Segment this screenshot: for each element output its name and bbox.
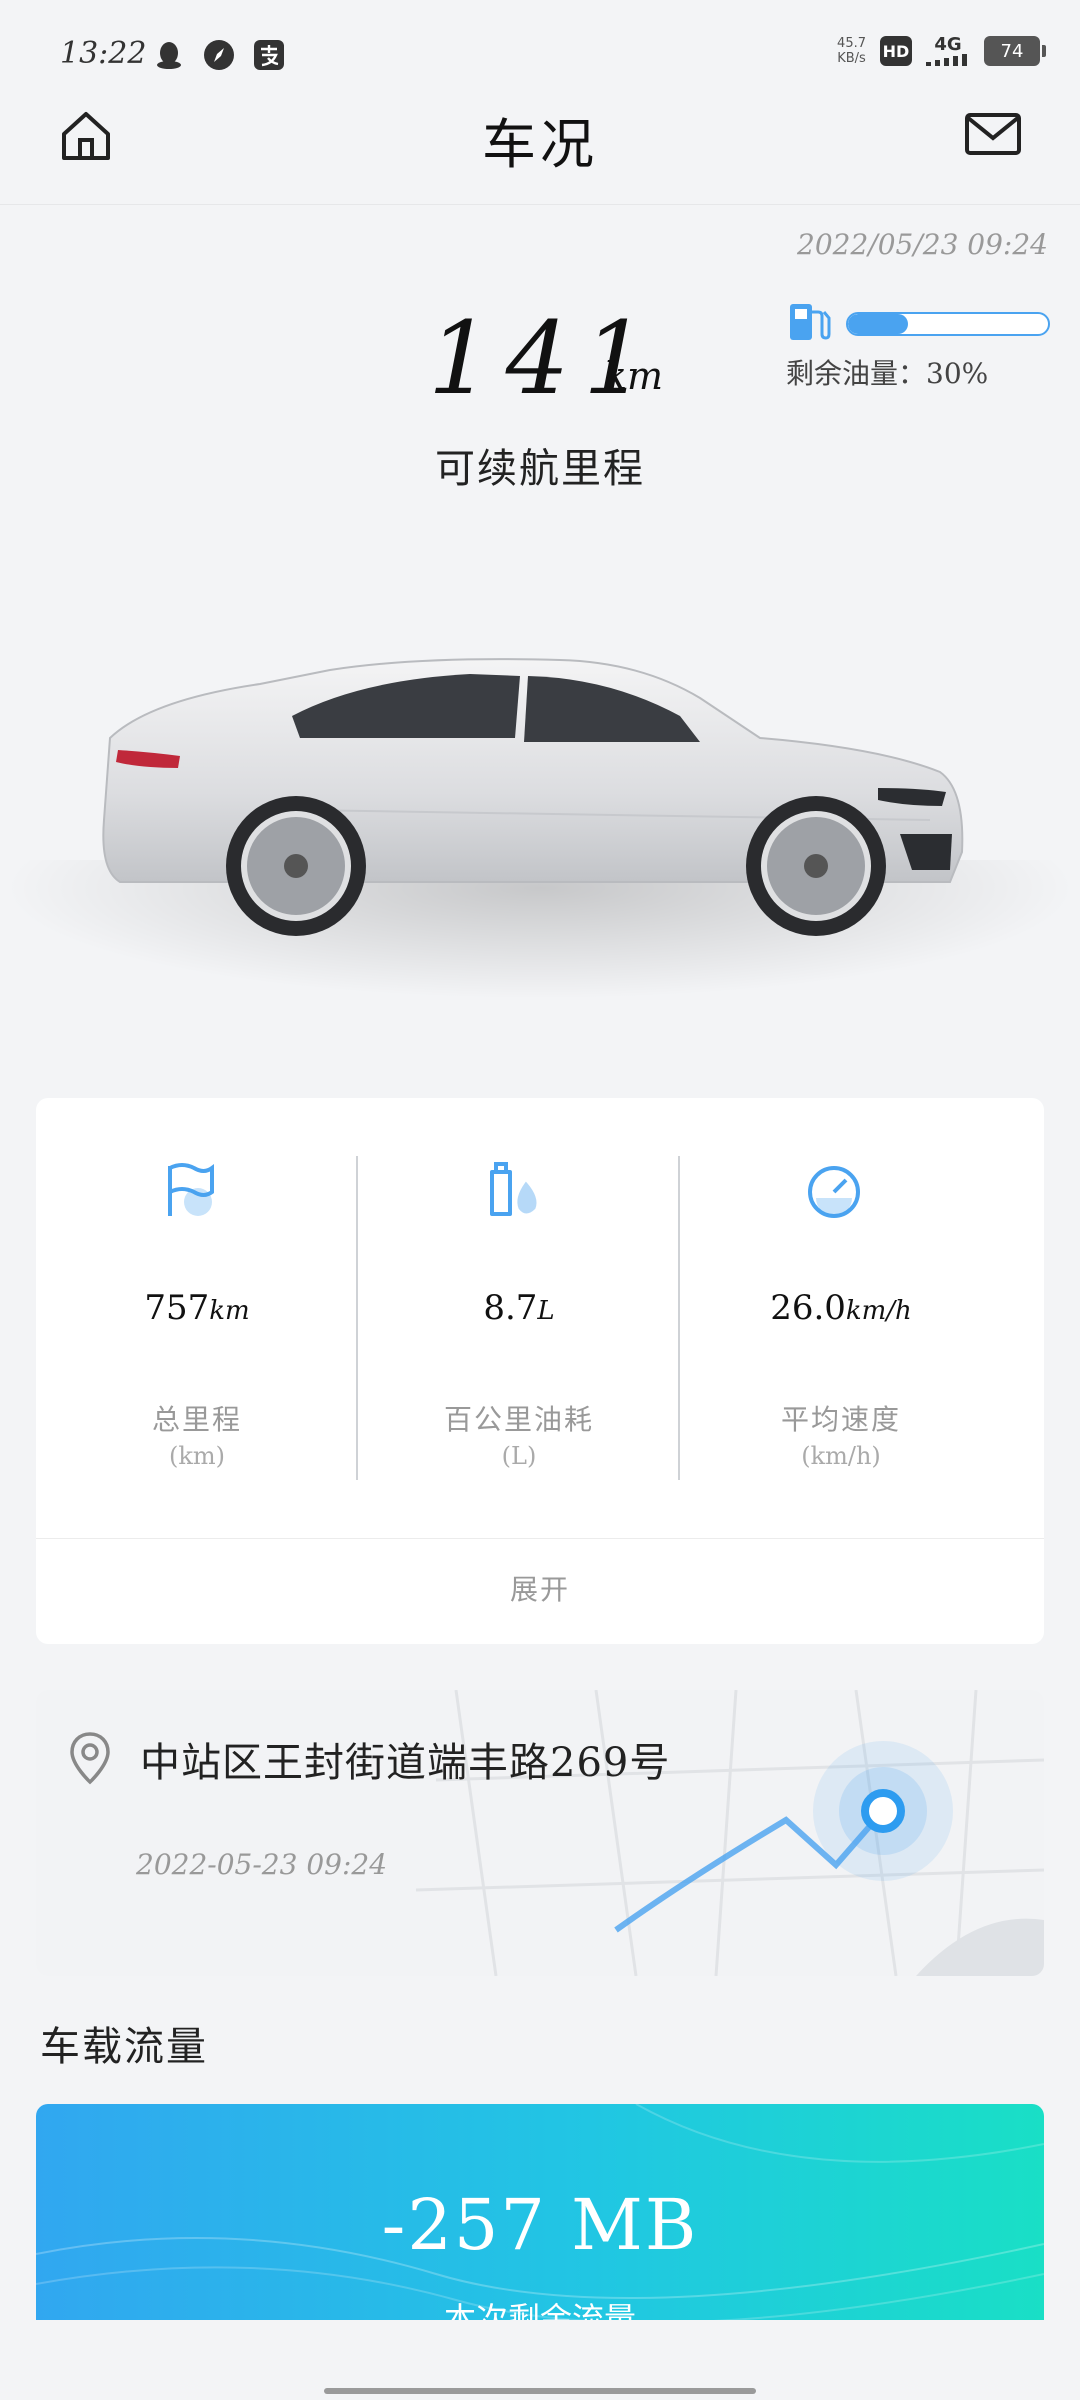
location-pin-icon — [70, 1732, 110, 1785]
expand-button[interactable]: 展开 — [36, 1568, 1044, 1608]
stat-fuel-consumption: 8.7L 百公里油耗 (L) — [358, 1098, 680, 1488]
oil-can-icon — [490, 1162, 537, 1216]
signal-indicator: 4G — [926, 36, 970, 66]
fuel-pump-icon — [790, 304, 831, 340]
data-usage-value: -257 MB — [381, 2184, 699, 2266]
car-image — [102, 658, 964, 936]
speedometer-icon — [808, 1166, 860, 1218]
fuel-level-fill — [848, 314, 908, 334]
stat-unit: (km) — [168, 1442, 226, 1470]
range-label: 可续航里程 — [435, 446, 645, 492]
location-time: 2022-05-23 09:24 — [136, 1848, 388, 1881]
stat-unit: (km/h) — [801, 1442, 881, 1470]
data-usage-card[interactable]: -257 MB 本次剩余流量 — [36, 2104, 1044, 2320]
card-divider — [36, 1538, 1044, 1539]
network-type: 4G — [934, 34, 962, 55]
status-system-icons: 45.7 KB/s HD 4G 74 — [837, 36, 1046, 66]
mail-icon[interactable] — [964, 110, 1022, 158]
signal-bars-icon — [926, 54, 967, 66]
fuel-remaining-text: 剩余油量：30% — [786, 357, 989, 390]
update-timestamp: 2022/05/23 09:24 — [797, 228, 1048, 261]
status-time: 13:22 — [60, 36, 147, 71]
vehicle-stats-card: 757km 总里程 (km) 8.7L 百公里油耗 (L) 26.0km/h 平… — [36, 1098, 1044, 1644]
header-divider — [0, 204, 1080, 205]
stat-value: 26.0km/h — [770, 1288, 912, 1328]
flag-icon — [168, 1163, 214, 1216]
stat-label: 平均速度 — [780, 1403, 901, 1436]
range-unit: km — [604, 354, 664, 398]
status-notification-icons — [152, 38, 286, 72]
battery-indicator: 74 — [984, 36, 1046, 66]
stat-value: 8.7L — [483, 1288, 555, 1328]
page-title: 车况 — [482, 113, 598, 176]
status-bar: 13:22 45.7 KB/s HD 4G 74 — [0, 0, 1080, 110]
compass-icon — [204, 40, 234, 70]
location-card[interactable]: 中站区王封街道端丰路269号 2022-05-23 09:24 — [36, 1690, 1044, 1976]
home-indicator[interactable] — [324, 2388, 756, 2394]
alipay-icon — [254, 40, 284, 70]
hd-badge: HD — [880, 36, 912, 66]
stat-label: 总里程 — [151, 1403, 242, 1436]
data-usage-subtitle: 本次剩余流量 — [443, 2300, 636, 2320]
stat-average-speed: 26.0km/h 平均速度 (km/h) — [680, 1098, 1002, 1488]
stat-unit: (L) — [501, 1442, 537, 1470]
app-header: 车况 — [0, 100, 1080, 210]
network-speed: 45.7 KB/s — [837, 36, 866, 66]
stat-value: 757km — [144, 1288, 250, 1328]
fuel-level-bar — [846, 312, 1050, 336]
stat-label: 百公里油耗 — [443, 1403, 594, 1436]
qq-penguin-icon — [157, 42, 181, 69]
data-usage-title: 车载流量 — [40, 2024, 208, 2070]
stat-total-mileage: 757km 总里程 (km) — [36, 1098, 358, 1488]
location-address: 中站区王封街道端丰路269号 — [140, 1740, 671, 1786]
